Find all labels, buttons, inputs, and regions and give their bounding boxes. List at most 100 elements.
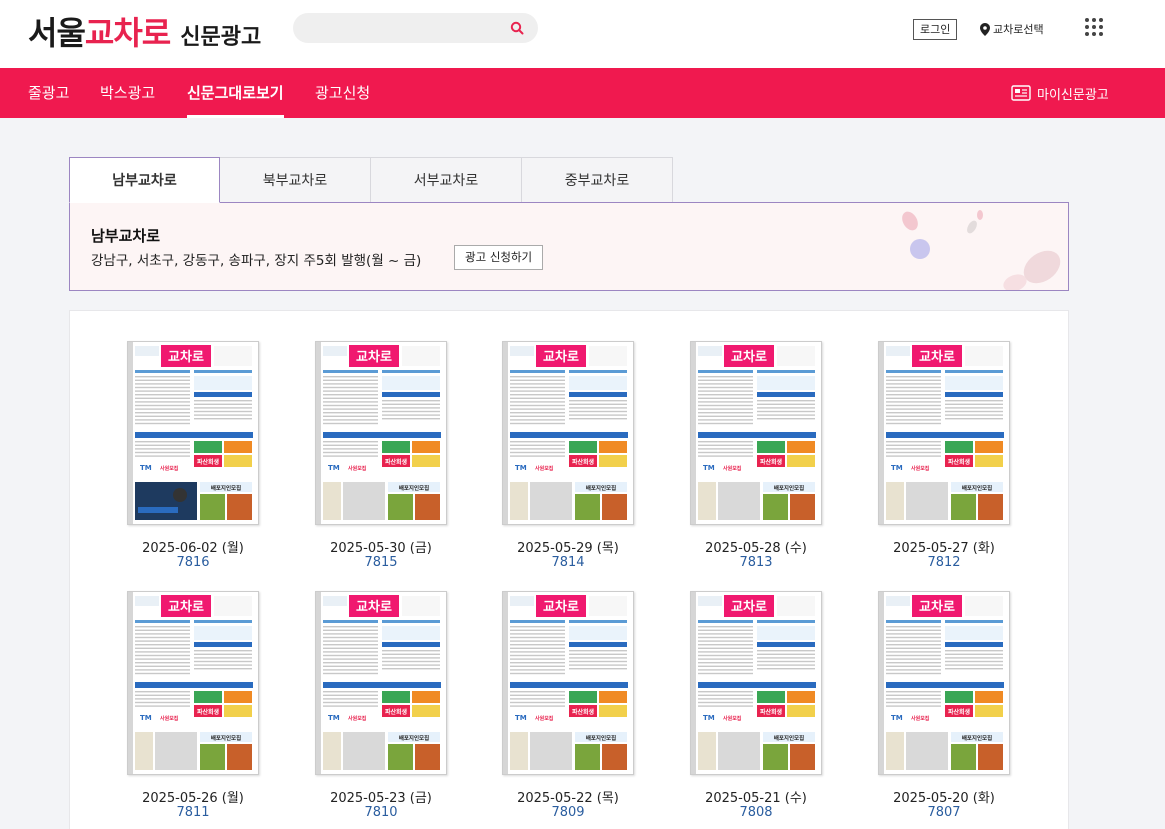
svg-text:배포지인모집: 배포지인모집 (962, 734, 992, 742)
region-description: 강남구, 서초구, 강동구, 송파구, 장지 주5회 발행(월 ~ 금) (91, 253, 422, 269)
issue-number-link[interactable]: 7810 (285, 805, 477, 820)
newspaper-cover-image: 교차로파산회생 TM 사원모집배포지인모집 (879, 342, 1009, 524)
newspaper-cover-image: 교차로파산회생 TM 사원모집배포지인모집 (503, 592, 633, 774)
svg-text:파산회생: 파산회생 (948, 708, 971, 716)
search-bar (293, 13, 538, 43)
tab-north[interactable]: 북부교차로 (220, 157, 371, 203)
newspaper-thumbnail[interactable]: 교차로 파산회생 TM 사원모집 배포지인모집 (690, 591, 822, 775)
top-header: 서울 교차로 신문광고 로그인 교차로선택 (0, 0, 1165, 68)
newspaper-cover-image: 교차로파산회생 TM 사원모집배포지인모집 (691, 342, 821, 524)
newspaper-thumbnail[interactable]: 교차로 파산회생 TM 사원모집 배포지인모집 (315, 591, 447, 775)
issue-number-link[interactable]: 7816 (97, 555, 289, 570)
issue-date: 2025-06-02 (월) (142, 541, 244, 556)
region-title: 남부교차로 (91, 227, 161, 245)
svg-text:TM: TM (703, 714, 715, 722)
tab-central[interactable]: 중부교차로 (522, 157, 673, 203)
svg-text:배포지인모집: 배포지인모집 (962, 484, 992, 492)
nav-item-ad-request[interactable]: 광고신청 (315, 68, 370, 118)
svg-text:교차로: 교차로 (543, 349, 579, 365)
svg-text:파산회생: 파산회생 (197, 708, 220, 716)
region-select-label: 교차로선택 (993, 23, 1044, 36)
newspaper-thumbnail[interactable]: 교차로 파산회생 TM 사원모집 배포지인모집 (127, 591, 259, 775)
newspaper-cover-image: 교차로파산회생 TM 사원모집배포지인모집 (316, 342, 446, 524)
location-pin-icon (980, 22, 990, 36)
main-nav: 줄광고 박스광고 신문그대로보기 광고신청 마이신문광고 (0, 68, 1165, 118)
svg-text:사원모집: 사원모집 (160, 465, 179, 472)
issue-date: 2025-05-21 (수) (705, 791, 807, 806)
issue-number-link[interactable]: 7814 (472, 555, 664, 570)
newspaper-thumbnail[interactable]: 교차로 파산회생 TM 사원모집 배포지인모집 (878, 341, 1010, 525)
svg-text:교차로: 교차로 (356, 349, 392, 365)
svg-text:TM: TM (328, 464, 340, 472)
nav-item-box-ad[interactable]: 박스광고 (100, 68, 155, 118)
issue-number-link[interactable]: 7809 (472, 805, 664, 820)
issue-date: 2025-05-29 (목) (517, 541, 619, 556)
svg-text:TM: TM (515, 714, 527, 722)
newspaper-cover-image: 교차로파산회생 TM 사원모집배포지인모집 (316, 592, 446, 774)
svg-text:파산회생: 파산회생 (572, 458, 595, 466)
svg-text:파산회생: 파산회생 (760, 458, 783, 466)
newspaper-cover-image: 교차로파산회생 TM 사원모집배포지인모집 (128, 342, 258, 524)
svg-text:TM: TM (140, 464, 152, 472)
newspaper-cover-image: 교차로파산회생 TM 사원모집배포지인모집 (128, 592, 258, 774)
nav-item-line-ad[interactable]: 줄광고 (28, 68, 69, 118)
newspaper-thumbnail[interactable]: 교차로 파산회생 TM 사원모집 배포지인모집 (690, 341, 822, 525)
issue-date: 2025-05-22 (목) (517, 791, 619, 806)
nav-item-newspaper-view[interactable]: 신문그대로보기 (187, 68, 284, 118)
issue-number-link[interactable]: 7813 (660, 555, 852, 570)
svg-text:TM: TM (703, 464, 715, 472)
tab-south[interactable]: 남부교차로 (69, 157, 220, 203)
svg-text:파산회생: 파산회생 (385, 708, 408, 716)
svg-text:교차로: 교차로 (919, 599, 955, 615)
svg-text:TM: TM (515, 464, 527, 472)
svg-text:사원모집: 사원모집 (911, 715, 930, 722)
issue-date: 2025-05-26 (월) (142, 791, 244, 806)
issue-number-link[interactable]: 7808 (660, 805, 852, 820)
newspaper-thumbnail[interactable]: 교차로 파산회생 TM 사원모집 배포지인모집 (315, 341, 447, 525)
svg-text:사원모집: 사원모집 (160, 715, 179, 722)
issue-number-link[interactable]: 7807 (848, 805, 1040, 820)
site-logo[interactable]: 서울 교차로 신문광고 (28, 8, 261, 52)
svg-text:파산회생: 파산회생 (760, 708, 783, 716)
issue-number-link[interactable]: 7812 (848, 555, 1040, 570)
svg-text:사원모집: 사원모집 (911, 465, 930, 472)
svg-text:사원모집: 사원모집 (535, 715, 554, 722)
newspaper-thumbnail[interactable]: 교차로파산회생 TM 사원모집배포지인모집 (127, 341, 259, 525)
svg-text:사원모집: 사원모집 (723, 715, 742, 722)
logo-text-gyochado: 교차로 (84, 14, 171, 52)
newspaper-thumbnail[interactable]: 교차로파산회생 TM 사원모집배포지인모집 (878, 591, 1010, 775)
svg-text:사원모집: 사원모집 (348, 715, 367, 722)
issue-date: 2025-05-28 (수) (705, 541, 807, 556)
svg-text:파산회생: 파산회생 (948, 458, 971, 466)
decorative-petals (902, 210, 1061, 290)
region-info-box: 남부교차로 강남구, 서초구, 강동구, 송파구, 장지 주5회 발행(월 ~ … (69, 202, 1069, 291)
tab-west[interactable]: 서부교차로 (371, 157, 522, 203)
issue-number-link[interactable]: 7811 (97, 805, 289, 820)
svg-text:교차로: 교차로 (168, 349, 204, 365)
newspaper-thumbnail[interactable]: 교차로 파산회생 TM 사원모집 배포지인모집 (502, 341, 634, 525)
issue-number-link[interactable]: 7815 (285, 555, 477, 570)
svg-text:교차로: 교차로 (543, 599, 579, 615)
newspaper-thumbnail[interactable]: 교차로 파산회생 TM 사원모집 배포지인모집 (502, 591, 634, 775)
svg-text:파산회생: 파산회생 (197, 458, 220, 466)
search-icon[interactable] (510, 21, 524, 35)
svg-text:배포지인모집: 배포지인모집 (399, 734, 429, 742)
svg-text:배포지인모집: 배포지인모집 (211, 484, 241, 492)
login-button[interactable]: 로그인 (913, 19, 958, 40)
svg-text:TM: TM (328, 714, 340, 722)
search-input[interactable] (293, 13, 493, 43)
apply-ad-button[interactable]: 광고 신청하기 (454, 245, 544, 270)
logo-text-newspaper-ad: 신문광고 (180, 25, 262, 50)
my-newspaper-ad-label: 마이신문광고 (1037, 87, 1109, 103)
svg-text:교차로: 교차로 (731, 599, 767, 615)
region-tabs: 남부교차로 북부교차로 서부교차로 중부교차로 (69, 157, 673, 203)
newspaper-icon (1011, 85, 1031, 101)
apps-grid-icon[interactable] (1085, 18, 1103, 36)
issue-date: 2025-05-23 (금) (330, 791, 432, 806)
svg-text:배포지인모집: 배포지인모집 (399, 484, 429, 492)
newspaper-cover-image: 교차로파산회생 TM 사원모집배포지인모집 (503, 342, 633, 524)
svg-text:TM: TM (891, 714, 903, 722)
my-newspaper-ad-link[interactable]: 마이신문광고 (1011, 68, 1109, 118)
region-select[interactable]: 교차로선택 (980, 20, 1044, 38)
svg-text:교차로: 교차로 (731, 349, 767, 365)
